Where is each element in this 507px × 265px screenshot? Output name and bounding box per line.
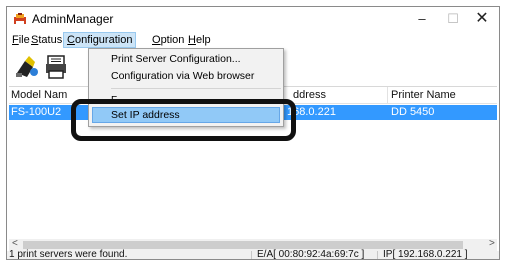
window-title: AdminManager: [32, 12, 114, 26]
cell-model: FS-100U2: [11, 106, 62, 118]
cell-printer-name: DD 5450: [391, 106, 435, 118]
menu-status-label: tatus: [38, 34, 63, 46]
status-bar: 1 print servers were found. E/A[ 00:80:9…: [7, 249, 499, 260]
menu-option[interactable]: Option: [149, 32, 187, 48]
menu-separator: [111, 88, 281, 89]
status-message: 1 print servers were found.: [9, 249, 128, 260]
status-divider: [251, 251, 252, 259]
maximize-button[interactable]: ☐: [438, 9, 468, 29]
admin-manager-window: AdminManager – ☐ ✕ File Status Configura…: [6, 6, 500, 260]
printer-settings-icon[interactable]: [43, 53, 71, 81]
menu-help-label: elp: [195, 34, 211, 46]
title-bar[interactable]: AdminManager – ☐ ✕: [7, 7, 499, 31]
app-icon: [14, 13, 26, 24]
menu-option-mnemonic: O: [152, 34, 161, 46]
scroll-right-icon[interactable]: >: [489, 238, 495, 249]
close-button[interactable]: ✕: [467, 9, 497, 29]
menu-configuration[interactable]: Configuration: [63, 32, 137, 48]
menu-item-configuration-via-web-browser[interactable]: Configuration via Web browser: [111, 70, 254, 82]
menu-option-label: ption: [160, 34, 185, 46]
column-ip-address[interactable]: ddress: [293, 89, 326, 101]
scrollbar-thumb[interactable]: [23, 241, 463, 249]
menu-help-mnemonic: H: [188, 34, 196, 46]
menu-configuration-mnemonic: C: [67, 34, 75, 46]
menu-item-print-server-configuration[interactable]: Print Server Configuration...: [111, 53, 241, 65]
search-printer-icon[interactable]: [13, 53, 41, 81]
menu-status[interactable]: Status: [28, 32, 65, 48]
menu-help[interactable]: Help: [185, 32, 214, 48]
status-mac-address: E/A[ 00:80:92:4a:69:7c ]: [257, 249, 365, 260]
column-divider[interactable]: [387, 87, 388, 103]
menu-configuration-label: onfiguration: [74, 34, 133, 46]
column-model-name[interactable]: Model Nam: [11, 89, 67, 101]
status-divider: [377, 251, 378, 259]
menu-file-mnemonic: F: [12, 34, 19, 46]
status-ip-address: IP[ 192.168.0.221 ]: [383, 249, 468, 260]
column-printer-name[interactable]: Printer Name: [391, 89, 456, 101]
minimize-button[interactable]: –: [407, 9, 437, 29]
highlight-callout-box: [71, 99, 296, 141]
scroll-left-icon[interactable]: <: [12, 238, 18, 249]
menu-bar: File Status Configuration Option Help: [7, 31, 499, 49]
